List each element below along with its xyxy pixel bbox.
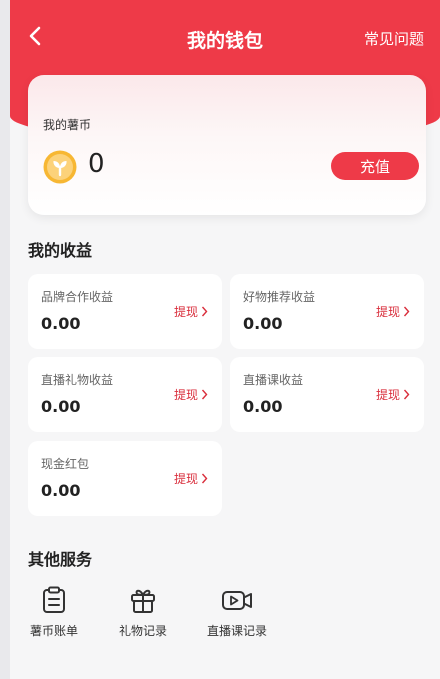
service-label: 直播课记录 xyxy=(206,624,267,638)
service-gift-records[interactable]: 礼物记录 xyxy=(114,585,172,639)
clipboard-icon xyxy=(43,586,65,613)
earning-label: 品牌合作收益 xyxy=(41,290,114,304)
recharge-button[interactable]: 充值 xyxy=(331,152,419,180)
chevron-right-icon xyxy=(201,389,208,400)
services-section-title: 其他服务 xyxy=(28,550,93,569)
withdraw-label: 提现 xyxy=(173,388,198,402)
withdraw-label: 提现 xyxy=(375,305,400,319)
withdraw-button[interactable]: 提现 xyxy=(376,303,410,320)
earning-amount: 0.00 xyxy=(243,397,283,416)
service-live-course-records[interactable]: 直播课记录 xyxy=(202,585,272,639)
withdraw-label: 提现 xyxy=(375,388,400,402)
withdraw-button[interactable]: 提现 xyxy=(174,386,208,403)
withdraw-button[interactable]: 提现 xyxy=(174,470,208,487)
service-coin-bill[interactable]: 薯币账单 xyxy=(26,585,82,639)
withdraw-button[interactable]: 提现 xyxy=(376,386,410,403)
faq-link[interactable]: 常见问题 xyxy=(364,28,424,49)
video-camera-icon xyxy=(222,591,252,610)
gift-icon xyxy=(131,589,155,613)
service-label: 薯币账单 xyxy=(29,624,78,638)
withdraw-label: 提现 xyxy=(173,305,198,319)
chevron-right-icon xyxy=(201,473,208,484)
earning-label: 直播课收益 xyxy=(243,373,304,387)
earning-card-live-gift: 直播礼物收益 0.00 提现 xyxy=(28,357,222,432)
navigation-bar: 我的钱包 常见问题 xyxy=(10,0,440,76)
earning-amount: 0.00 xyxy=(41,314,81,333)
withdraw-label: 提现 xyxy=(173,472,198,486)
earning-amount: 0.00 xyxy=(41,397,81,416)
earning-amount: 0.00 xyxy=(243,314,283,333)
withdraw-button[interactable]: 提现 xyxy=(174,303,208,320)
coin-balance-label: 我的薯币 xyxy=(43,118,92,132)
earnings-section-title: 我的收益 xyxy=(28,241,93,260)
earning-card-live-course: 直播课收益 0.00 提现 xyxy=(230,357,424,432)
wallet-page: 我的钱包 常见问题 我的薯币 0 充值 我的收益 品牌合作收益 0.00 提现 … xyxy=(10,0,440,679)
earning-label: 好物推荐收益 xyxy=(243,290,316,304)
service-label: 礼物记录 xyxy=(118,624,167,638)
coin-balance-card: 我的薯币 0 充值 xyxy=(28,75,426,215)
coin-icon xyxy=(43,150,77,184)
chevron-right-icon xyxy=(201,306,208,317)
earning-card-cash-red-packet: 现金红包 0.00 提现 xyxy=(28,441,222,516)
earning-label: 直播礼物收益 xyxy=(41,373,114,387)
coin-balance-value: 0 xyxy=(88,149,105,179)
chevron-right-icon xyxy=(403,389,410,400)
chevron-right-icon xyxy=(403,306,410,317)
earning-card-product-recommendation: 好物推荐收益 0.00 提现 xyxy=(230,274,424,349)
earning-label: 现金红包 xyxy=(41,457,90,471)
earning-card-brand-cooperation: 品牌合作收益 0.00 提现 xyxy=(28,274,222,349)
earning-amount: 0.00 xyxy=(41,481,81,500)
